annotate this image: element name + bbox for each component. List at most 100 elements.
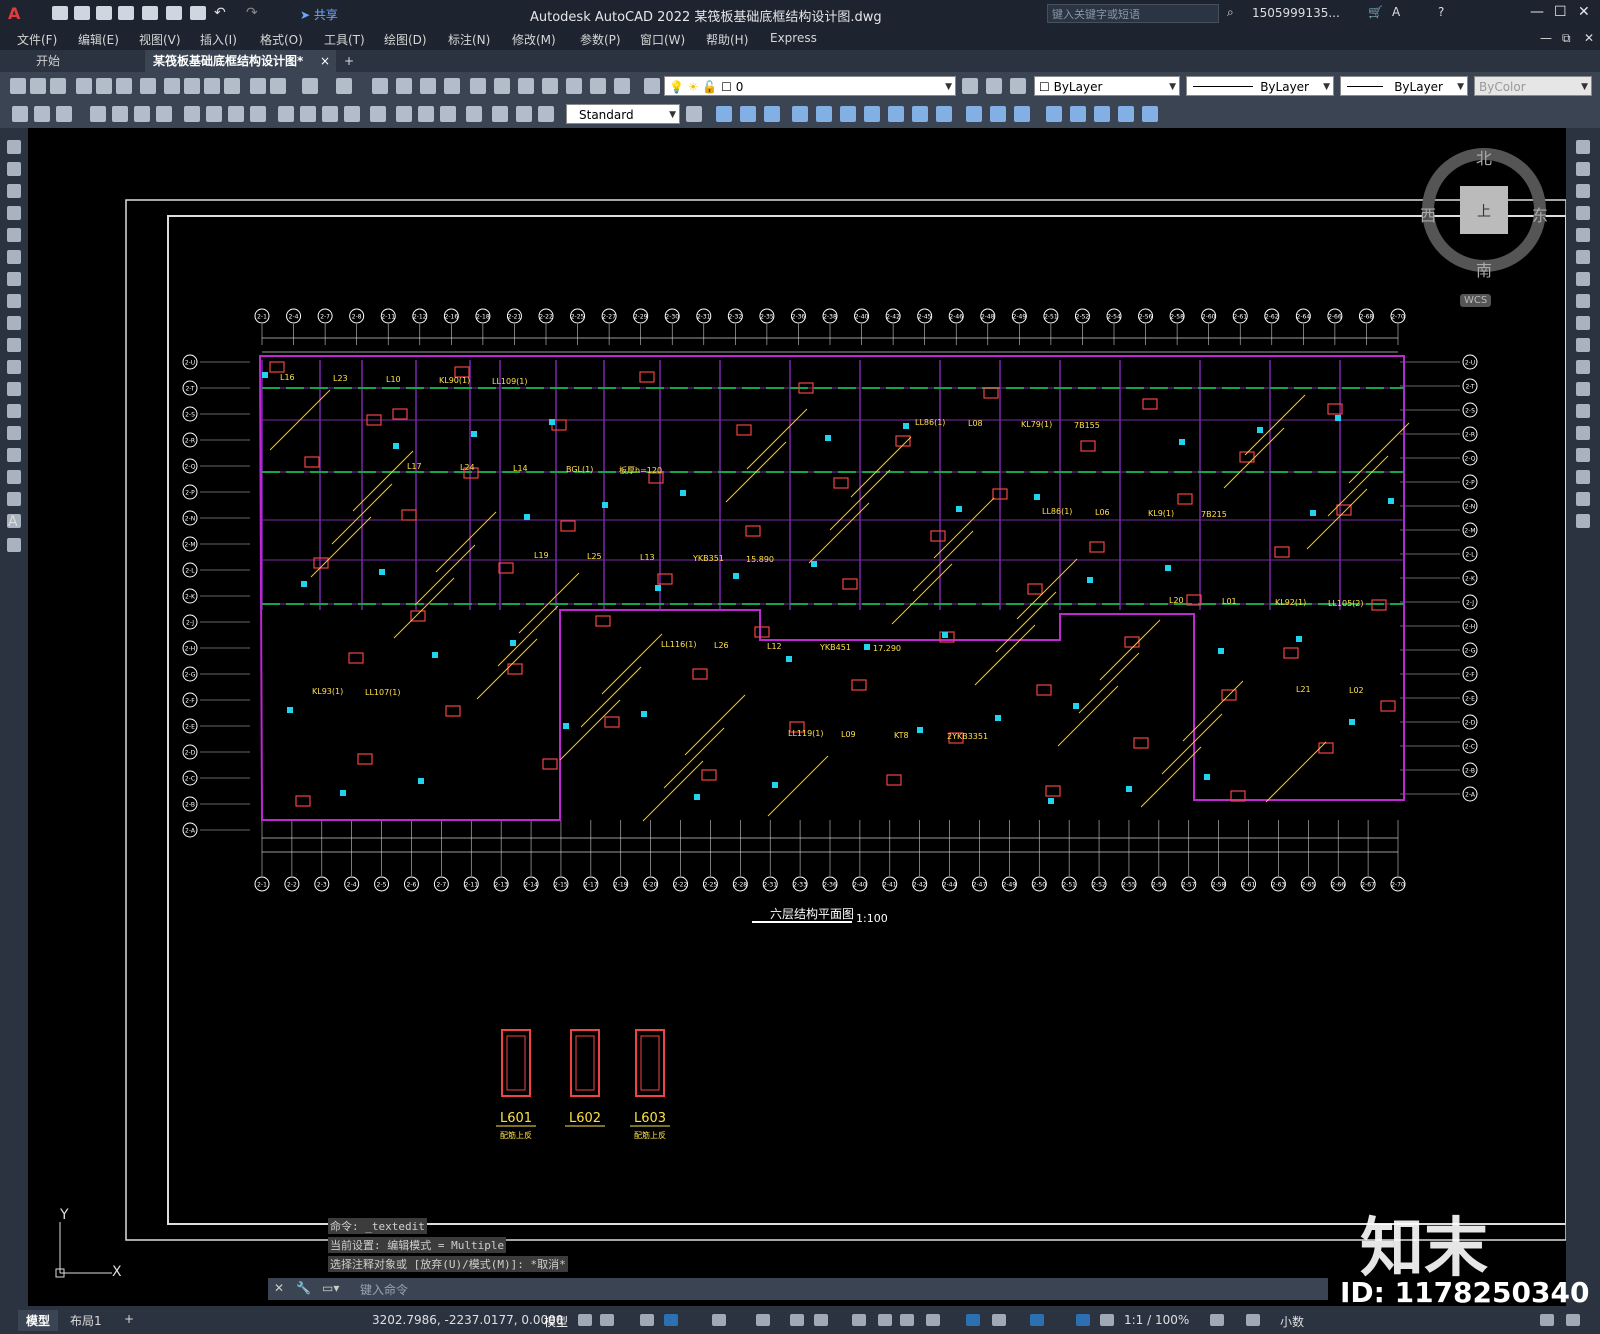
dim-break-icon[interactable] (344, 106, 360, 122)
undo-icon[interactable]: ↶ (214, 5, 226, 21)
layer-dropdown[interactable]: 💡 ☀ 🔓 ☐ 0 ▼ (664, 76, 956, 96)
zoom-previous-icon[interactable] (444, 78, 460, 94)
new-tab-button[interactable]: + (336, 50, 362, 72)
color-dropdown[interactable]: ☐ ByLayer ▼ (1034, 76, 1180, 96)
inspection-icon[interactable] (418, 106, 434, 122)
selection-cycling-icon[interactable] (900, 1314, 914, 1326)
compass-west[interactable]: 西 (1420, 202, 1436, 226)
redo-tool-icon[interactable] (270, 78, 286, 94)
quick-dim-icon[interactable] (12, 106, 28, 122)
tolerance-icon[interactable] (370, 106, 386, 122)
recent-commands-icon[interactable]: ▭▾ (322, 1281, 339, 1295)
text-style-dropdown[interactable]: Standard ▼ (566, 104, 680, 124)
continue-dim-icon[interactable] (300, 106, 316, 122)
lineweight-icon[interactable] (852, 1314, 866, 1326)
workspace-gear-icon[interactable] (1210, 1314, 1224, 1326)
menu-view[interactable]: 视图(V) (139, 31, 181, 48)
undo-list-icon[interactable] (302, 78, 318, 94)
triangle-icon[interactable] (250, 106, 266, 122)
open-icon[interactable] (30, 78, 46, 94)
app-logo-icon[interactable]: A (8, 4, 20, 23)
redo-icon[interactable]: ↷ (246, 5, 258, 21)
gradient-icon[interactable] (7, 470, 21, 484)
tab-layout1[interactable]: 布局1 (62, 1310, 110, 1331)
open-web-icon[interactable] (142, 6, 158, 20)
box-icon[interactable] (716, 106, 732, 122)
3d-move-icon[interactable] (1046, 106, 1062, 122)
close-icon[interactable]: ✕ (1578, 4, 1590, 20)
polar-icon[interactable] (712, 1314, 726, 1326)
menu-window[interactable]: 窗口(W) (640, 31, 685, 48)
save-icon[interactable] (50, 78, 66, 94)
customization-icon[interactable] (1540, 1314, 1554, 1326)
menu-parametric[interactable]: 参数(P) (580, 31, 621, 48)
linetype-dropdown[interactable]: ByLayer ▼ (1186, 76, 1334, 96)
redo-list-icon[interactable] (336, 78, 352, 94)
infer-constraints-icon[interactable] (640, 1314, 654, 1326)
point-icon[interactable] (7, 426, 21, 440)
autodesk-app-icon[interactable]: A (1392, 5, 1400, 19)
explode-icon[interactable] (1576, 514, 1590, 528)
3d-align-icon[interactable] (1094, 106, 1110, 122)
revision-cloud-icon[interactable] (7, 294, 21, 308)
sphere-icon[interactable] (740, 106, 756, 122)
search-icon[interactable]: ⌕ (1227, 5, 1234, 20)
tool-palettes-icon[interactable] (518, 78, 534, 94)
center-mark-icon[interactable] (396, 106, 412, 122)
dynamic-ucs-icon[interactable] (966, 1314, 980, 1326)
insert-block-icon[interactable] (7, 382, 21, 396)
new-file-icon[interactable] (52, 6, 68, 20)
jogged-dim-icon[interactable] (156, 106, 172, 122)
save-web-icon[interactable] (166, 6, 182, 20)
compass-south[interactable]: 南 (1476, 257, 1492, 281)
customize-icon[interactable]: 🔧 (296, 1281, 311, 1295)
plotstyle-dropdown[interactable]: ByColor ▼ (1474, 76, 1592, 96)
copy-icon[interactable] (184, 78, 200, 94)
arc-length-icon[interactable] (90, 106, 106, 122)
fillet-icon[interactable] (1576, 470, 1590, 484)
tab-model[interactable]: 模型 (18, 1310, 59, 1331)
search-input[interactable]: 键入关键字或短语 (1047, 4, 1219, 23)
copy-object-icon[interactable] (1576, 162, 1590, 176)
torus-icon[interactable] (840, 106, 856, 122)
close-command-icon[interactable]: ✕ (274, 1281, 284, 1295)
maximize-icon[interactable]: ☐ (1554, 4, 1567, 20)
subtract-icon[interactable] (990, 106, 1006, 122)
make-current-layer-icon[interactable] (962, 78, 978, 94)
menu-tools[interactable]: 工具(T) (324, 31, 365, 48)
layer-state-icon[interactable] (1010, 78, 1026, 94)
ortho-icon[interactable] (664, 1314, 678, 1326)
circle-draw-icon[interactable] (7, 272, 21, 286)
wedge-icon[interactable] (816, 106, 832, 122)
model-space[interactable]: L16 L17 L19 LL116(1) LL119(1) LL86(1) LL86(1) L… (28, 128, 1566, 1306)
zoom-window-icon[interactable] (420, 78, 436, 94)
cut-icon[interactable] (164, 78, 180, 94)
line-icon[interactable] (7, 140, 21, 154)
lineweight-dropdown[interactable]: ByLayer ▼ (1340, 76, 1468, 96)
construction-line-icon[interactable] (7, 162, 21, 176)
polyline-icon[interactable] (7, 184, 21, 198)
dim-text-edit-icon[interactable] (492, 106, 508, 122)
calculator-icon[interactable] (590, 78, 606, 94)
annotation-visibility-icon[interactable] (1076, 1314, 1090, 1326)
erase-icon[interactable] (1576, 140, 1590, 154)
menu-modify[interactable]: 修改(M) (512, 31, 556, 48)
publish-icon[interactable] (116, 78, 132, 94)
compass-north[interactable]: 北 (1476, 145, 1492, 169)
sweep-icon[interactable] (912, 106, 928, 122)
arc-icon[interactable] (7, 250, 21, 264)
3d-osnap-icon[interactable] (926, 1314, 940, 1326)
offset-icon[interactable] (1576, 206, 1590, 220)
user-account[interactable]: 1505999135... (1252, 6, 1340, 20)
dim-update-icon[interactable] (516, 106, 532, 122)
dim-space-icon[interactable] (322, 106, 338, 122)
help-tool-icon[interactable] (614, 78, 630, 94)
radius-dim-icon[interactable] (134, 106, 150, 122)
loft-icon[interactable] (936, 106, 952, 122)
model-space-button[interactable]: 模型 (544, 1313, 568, 1330)
angular-dim-icon[interactable] (206, 106, 222, 122)
jogged-linear-icon[interactable] (440, 106, 456, 122)
drawing-area[interactable]: L16 L17 L19 LL116(1) LL119(1) LL86(1) LL86(1) L… (28, 128, 1566, 1306)
tab-document[interactable]: 某筏板基础底框结构设计图* × (145, 50, 336, 72)
menu-draw[interactable]: 绘图(D) (384, 31, 427, 48)
